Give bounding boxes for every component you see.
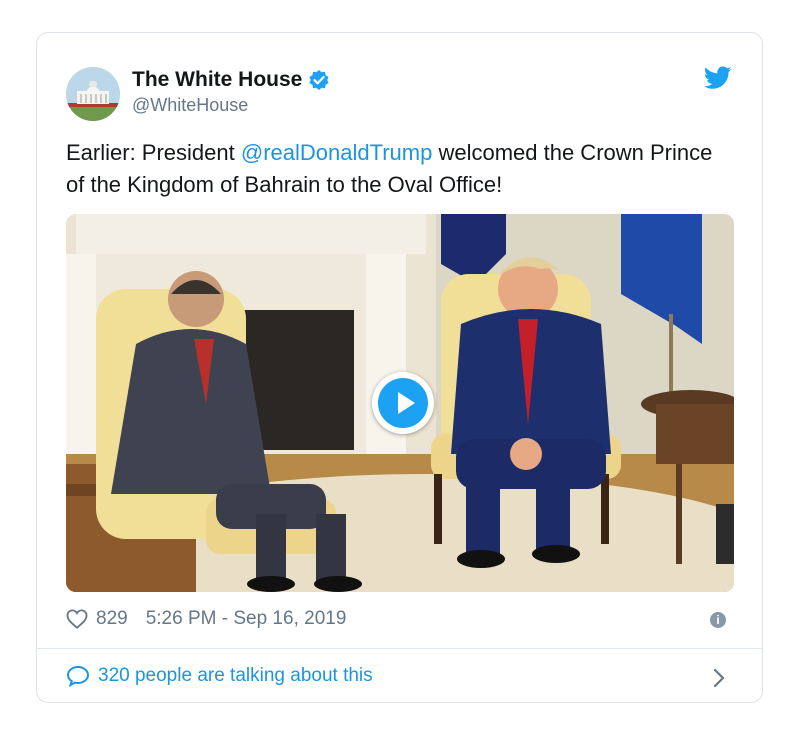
video-thumbnail[interactable] (66, 214, 734, 592)
like-count[interactable]: 829 (96, 608, 128, 630)
verified-badge-icon (308, 69, 330, 91)
tweet-text: Earlier: President @realDonaldTrump welc… (66, 137, 726, 201)
tweet-text-prefix: Earlier: President (66, 140, 241, 165)
chevron-right-icon[interactable] (712, 667, 726, 689)
play-button[interactable] (372, 372, 434, 434)
comment-bubble-icon (66, 665, 90, 687)
heart-icon[interactable] (66, 609, 88, 629)
play-icon (378, 378, 428, 428)
divider (37, 648, 762, 649)
author-name-row[interactable]: The White House (132, 68, 330, 92)
embedded-tweet-card: The White House @WhiteHouse Earlier: Pre… (36, 32, 763, 703)
talking-count-text[interactable]: 320 people are talking about this (98, 665, 373, 687)
author-handle[interactable]: @WhiteHouse (132, 95, 248, 116)
twitter-bird-icon[interactable] (703, 66, 732, 90)
mention-link[interactable]: @realDonaldTrump (241, 140, 432, 165)
info-icon[interactable]: i (710, 612, 726, 628)
tweet-timestamp[interactable]: 5:26 PM - Sep 16, 2019 (146, 608, 347, 630)
author-display-name[interactable]: The White House (132, 68, 302, 92)
avatar[interactable] (66, 67, 120, 121)
conversation-link[interactable]: 320 people are talking about this (66, 665, 373, 687)
tweet-meta-row: 829 5:26 PM - Sep 16, 2019 (66, 608, 346, 630)
